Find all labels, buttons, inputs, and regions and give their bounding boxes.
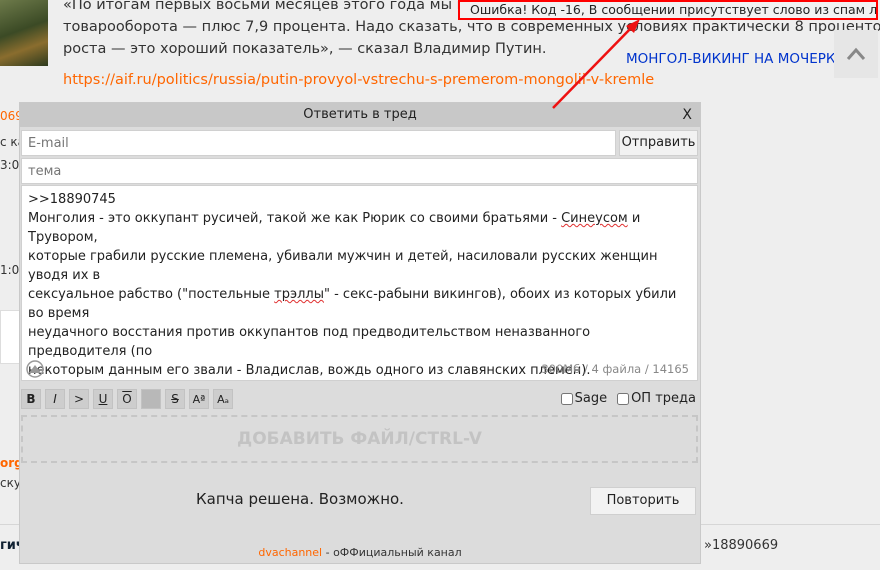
message-line: неудачного восстания против оккупантов п… <box>28 325 591 359</box>
scroll-up-button[interactable] <box>834 30 878 78</box>
op-checkbox[interactable] <box>617 392 630 405</box>
post-thumbnail[interactable] <box>0 0 48 66</box>
file-dropzone[interactable]: ДОБАВИТЬ ФАЙЛ/CTRL-V <box>21 415 698 463</box>
sage-option[interactable]: Sage <box>560 391 608 406</box>
quote-button[interactable]: > <box>69 389 89 409</box>
overline-button[interactable]: O <box>117 389 137 409</box>
spoiler-button[interactable] <box>141 389 161 409</box>
message-line: некоторым данным его звали - Владислав, … <box>28 363 591 378</box>
left-fragment: 1:0 <box>0 263 20 277</box>
channel-link[interactable]: dvachannel <box>258 546 322 559</box>
reply-reference[interactable]: »18890669 <box>704 538 778 553</box>
reply-form-footer: dvachannel - оФФициальный канал <box>20 546 700 559</box>
upload-counter: 300Мб / 4 файла / 14165 <box>541 362 689 376</box>
reply-form-header[interactable]: Ответить в тред X <box>20 103 700 127</box>
subject-field[interactable] <box>21 158 698 184</box>
dvach-logo-icon <box>26 360 44 378</box>
captcha-status: Капча решена. Возможно. <box>196 490 404 508</box>
error-banner: Ошибка! Код -16, В сообщении присутствуе… <box>458 0 878 20</box>
sage-checkbox[interactable] <box>560 392 573 405</box>
side-thumbnail[interactable] <box>0 310 20 364</box>
retry-button[interactable]: Повторить <box>590 487 696 515</box>
italic-button[interactable]: I <box>45 389 65 409</box>
error-text: Ошибка! Код -16, В сообщении присутствуе… <box>470 2 878 17</box>
post-link[interactable]: https://aif.ru/politics/russia/putin-pro… <box>63 72 654 88</box>
op-option[interactable]: ОП треда <box>617 391 696 406</box>
superscript-button[interactable]: Aª <box>189 389 209 409</box>
underline-button[interactable]: U <box>93 389 113 409</box>
op-label: ОП треда <box>631 391 696 406</box>
message-line: сексуальное рабство ("постельные трэллы"… <box>28 287 677 321</box>
markup-toolbar: B I > U O S Aª Aₐ <box>21 389 233 411</box>
channel-caption: - оФФициальный канал <box>322 546 462 559</box>
message-line: Монголия - это оккупант русичей, такой ж… <box>28 211 641 245</box>
email-field[interactable] <box>21 130 616 156</box>
reply-form-title: Ответить в тред <box>303 107 417 122</box>
sage-label: Sage <box>574 391 608 406</box>
chevron-up-icon <box>846 47 866 60</box>
left-fragment: ску <box>0 476 21 490</box>
message-line: которые грабили русские племена, убивали… <box>28 249 658 283</box>
reply-form: Ответить в тред X Отправить >>18890745 М… <box>19 102 701 564</box>
post-options: Sage ОП треда <box>560 391 696 406</box>
subscript-button[interactable]: Aₐ <box>213 389 233 409</box>
message-textarea[interactable]: >>18890745 Монголия - это оккупант русич… <box>21 185 698 381</box>
bold-button[interactable]: B <box>21 389 41 409</box>
close-button[interactable]: X <box>682 103 692 127</box>
submit-button[interactable]: Отправить <box>619 130 698 156</box>
left-fragment: 3:0 <box>0 158 20 172</box>
strike-button[interactable]: S <box>165 389 185 409</box>
post-backlink[interactable]: МОНГОЛ-ВИКИНГ НА МОЧЕРКЕ <box>626 51 844 67</box>
message-quote: >>18890745 <box>28 192 116 207</box>
